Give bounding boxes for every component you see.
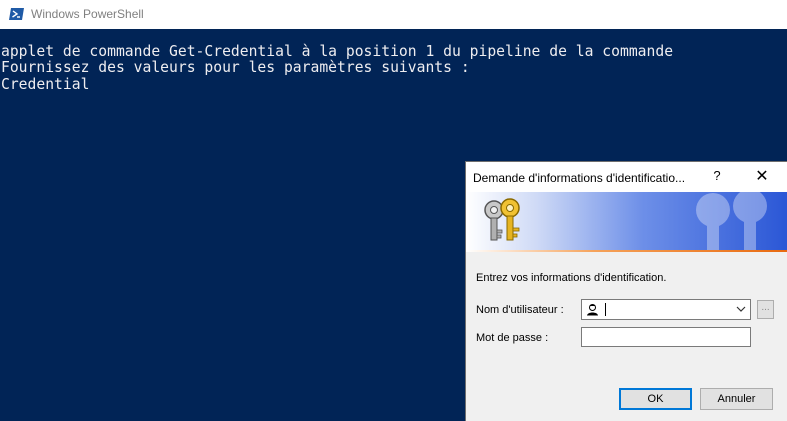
console-line: applet de commande Get-Credential à la p… <box>1 43 674 60</box>
keys-watermark-icon <box>696 192 767 252</box>
username-label: Nom d'utilisateur : <box>476 304 564 316</box>
ok-button[interactable]: OK <box>619 388 692 410</box>
console-line: Fournissez des valeurs pour les paramètr… <box>1 59 470 77</box>
banner-stripe <box>466 250 787 252</box>
help-button[interactable]: ? <box>709 168 725 186</box>
user-icon <box>587 304 598 316</box>
window-title: Windows PowerShell <box>31 7 144 21</box>
text-cursor <box>605 303 606 316</box>
browse-users-button[interactable]: ... <box>757 300 774 319</box>
console-line: Credential <box>1 75 90 93</box>
close-button[interactable]: ✕ <box>746 166 778 188</box>
credential-dialog: Demande d'informations d'identificatio..… <box>465 161 787 421</box>
powershell-icon <box>9 8 24 20</box>
dialog-banner <box>466 192 787 252</box>
username-combobox[interactable] <box>581 299 751 320</box>
cancel-button[interactable]: Annuler <box>700 388 773 410</box>
dialog-prompt: Entrez vos informations d'identification… <box>476 272 667 284</box>
password-field[interactable] <box>581 327 751 347</box>
dialog-title: Demande d'informations d'identificatio..… <box>473 171 686 185</box>
chevron-down-icon[interactable] <box>736 305 746 313</box>
dialog-titlebar[interactable]: Demande d'informations d'identificatio..… <box>466 162 787 192</box>
powershell-titlebar[interactable]: Windows PowerShell <box>0 0 787 29</box>
password-label: Mot de passe : <box>476 332 549 344</box>
console-output: applet de commande Get-Credential à la p… <box>1 43 674 93</box>
keys-icon <box>484 198 520 241</box>
